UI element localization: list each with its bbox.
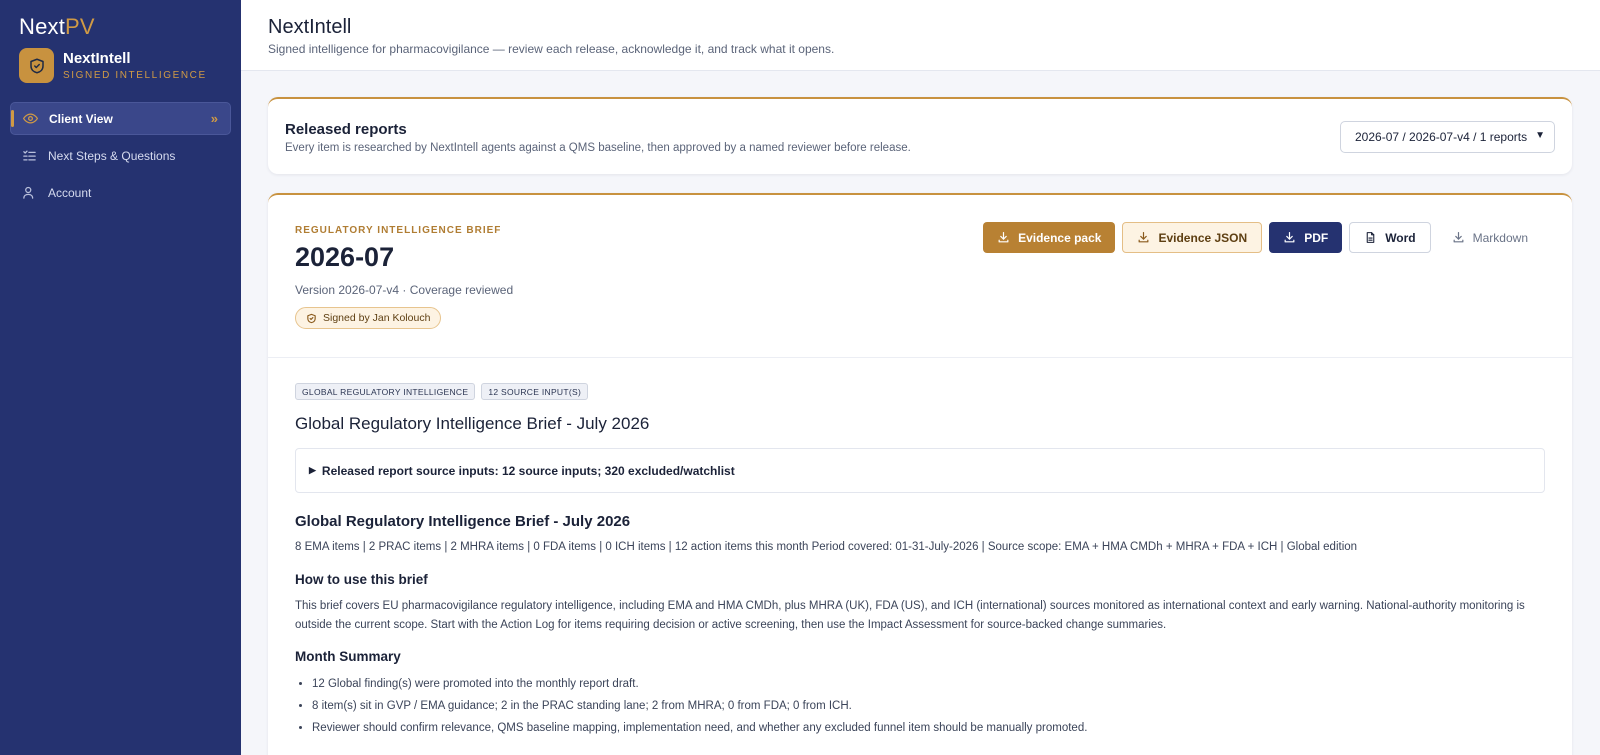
- sidebar-nav: Client View » Next Steps & Questions Acc…: [10, 102, 231, 213]
- word-button[interactable]: Word: [1349, 222, 1431, 253]
- download-icon: [998, 232, 1009, 243]
- user-icon: [21, 185, 37, 201]
- sidebar-item-label: Account: [48, 185, 92, 200]
- sidebar-item-label: Next Steps & Questions: [48, 148, 176, 163]
- sidebar-item-next-steps[interactable]: Next Steps & Questions: [10, 139, 231, 172]
- download-icon: [1453, 232, 1464, 243]
- download-icon: [1139, 232, 1149, 243]
- source-inputs-disclosure[interactable]: ▶ Released report source inputs: 12 sour…: [295, 448, 1545, 493]
- tag-chip: 12 SOURCE INPUT(S): [481, 383, 589, 400]
- shield-check-icon: [306, 313, 317, 324]
- released-reports-card: Released reports Every item is researche…: [268, 97, 1572, 174]
- button-label: PDF: [1304, 230, 1329, 245]
- button-label: Evidence JSON: [1158, 230, 1248, 245]
- month-summary-list: 12 Global finding(s) were promoted into …: [312, 673, 1542, 739]
- brief-heading: Global Regulatory Intelligence Brief - J…: [295, 513, 631, 530]
- markdown-button[interactable]: Markdown: [1438, 222, 1542, 253]
- month-summary-heading: Month Summary: [295, 649, 401, 664]
- report-version: Version 2026-07-v4 · Coverage reviewed: [295, 283, 514, 297]
- brief-section-title: Global Regulatory Intelligence Brief - J…: [295, 414, 650, 433]
- list-item: Reviewer should confirm relevance, QMS b…: [312, 717, 1542, 739]
- logo-text-accent: PV: [65, 14, 95, 39]
- report-version-select[interactable]: 2026-07 / 2026-07-v4 / 1 reports ▼: [1340, 121, 1555, 153]
- page-title: NextIntell: [268, 16, 352, 38]
- brand-block: NextIntell SIGNED INTELLIGENCE: [19, 48, 207, 83]
- list-item: 12 Global finding(s) were promoted into …: [312, 673, 1542, 695]
- signed-badge-label: Signed by Jan Kolouch: [323, 312, 431, 324]
- brand-tagline: SIGNED INTELLIGENCE: [63, 69, 207, 81]
- how-to-use-text: This brief covers EU pharmacovigilance r…: [295, 600, 1525, 631]
- divider: [268, 357, 1572, 358]
- report-version-selected: 2026-07 / 2026-07-v4 / 1 reports: [1355, 130, 1528, 144]
- evidence-json-button[interactable]: Evidence JSON: [1122, 222, 1263, 253]
- tag-chip: GLOBAL REGULATORY INTELLIGENCE: [295, 383, 476, 400]
- report-card: REGULATORY INTELLIGENCE BRIEF 2026-07 Ve…: [268, 193, 1572, 755]
- caret-right-icon: ▶: [309, 465, 316, 475]
- released-reports-title: Released reports: [285, 121, 407, 138]
- disclosure-summary: Released report source inputs: 12 source…: [321, 463, 735, 478]
- chevron-double-right-icon: »: [210, 111, 218, 126]
- sidebar-item-label: Client View: [49, 111, 113, 126]
- signed-badge: Signed by Jan Kolouch: [295, 307, 442, 329]
- brief-meta-line: 8 EMA items | 2 PRAC items | 2 MHRA item…: [295, 541, 1358, 553]
- logo-text-main: Next: [19, 14, 66, 39]
- button-label: Evidence pack: [1018, 230, 1102, 245]
- report-title: 2026-07: [295, 242, 395, 272]
- button-label: Word: [1385, 230, 1416, 245]
- app-logo[interactable]: NextPV: [19, 14, 95, 40]
- brand-name: NextIntell: [63, 49, 131, 67]
- evidence-pack-button[interactable]: Evidence pack: [983, 222, 1116, 253]
- report-kicker: REGULATORY INTELLIGENCE BRIEF: [295, 225, 502, 236]
- page-subtitle: Signed intelligence for pharmacovigilanc…: [268, 42, 835, 56]
- chevron-down-icon: ▼: [1535, 130, 1545, 141]
- shield-icon: [19, 48, 54, 83]
- released-reports-subtitle: Every item is researched by NextIntell a…: [285, 142, 911, 154]
- sidebar-item-client-view[interactable]: Client View »: [10, 102, 231, 135]
- page-header: NextIntell Signed intelligence for pharm…: [241, 0, 1600, 71]
- sidebar-item-account[interactable]: Account: [10, 176, 231, 209]
- list-item: 8 item(s) sit in GVP / EMA guidance; 2 i…: [312, 695, 1542, 717]
- list-check-icon: [21, 148, 37, 164]
- document-icon: [1366, 232, 1375, 243]
- pdf-button[interactable]: PDF: [1269, 222, 1343, 253]
- export-toolbar: Evidence pack Evidence JSON PDF Word Mar…: [983, 222, 1542, 253]
- report-tags: GLOBAL REGULATORY INTELLIGENCE 12 SOURCE…: [295, 383, 589, 400]
- sidebar: NextPV NextIntell SIGNED INTELLIGENCE Cl…: [0, 0, 241, 755]
- how-to-use-heading: How to use this brief: [295, 572, 428, 587]
- download-icon: [1284, 232, 1295, 243]
- button-label: Markdown: [1472, 230, 1528, 245]
- eye-icon: [22, 111, 38, 127]
